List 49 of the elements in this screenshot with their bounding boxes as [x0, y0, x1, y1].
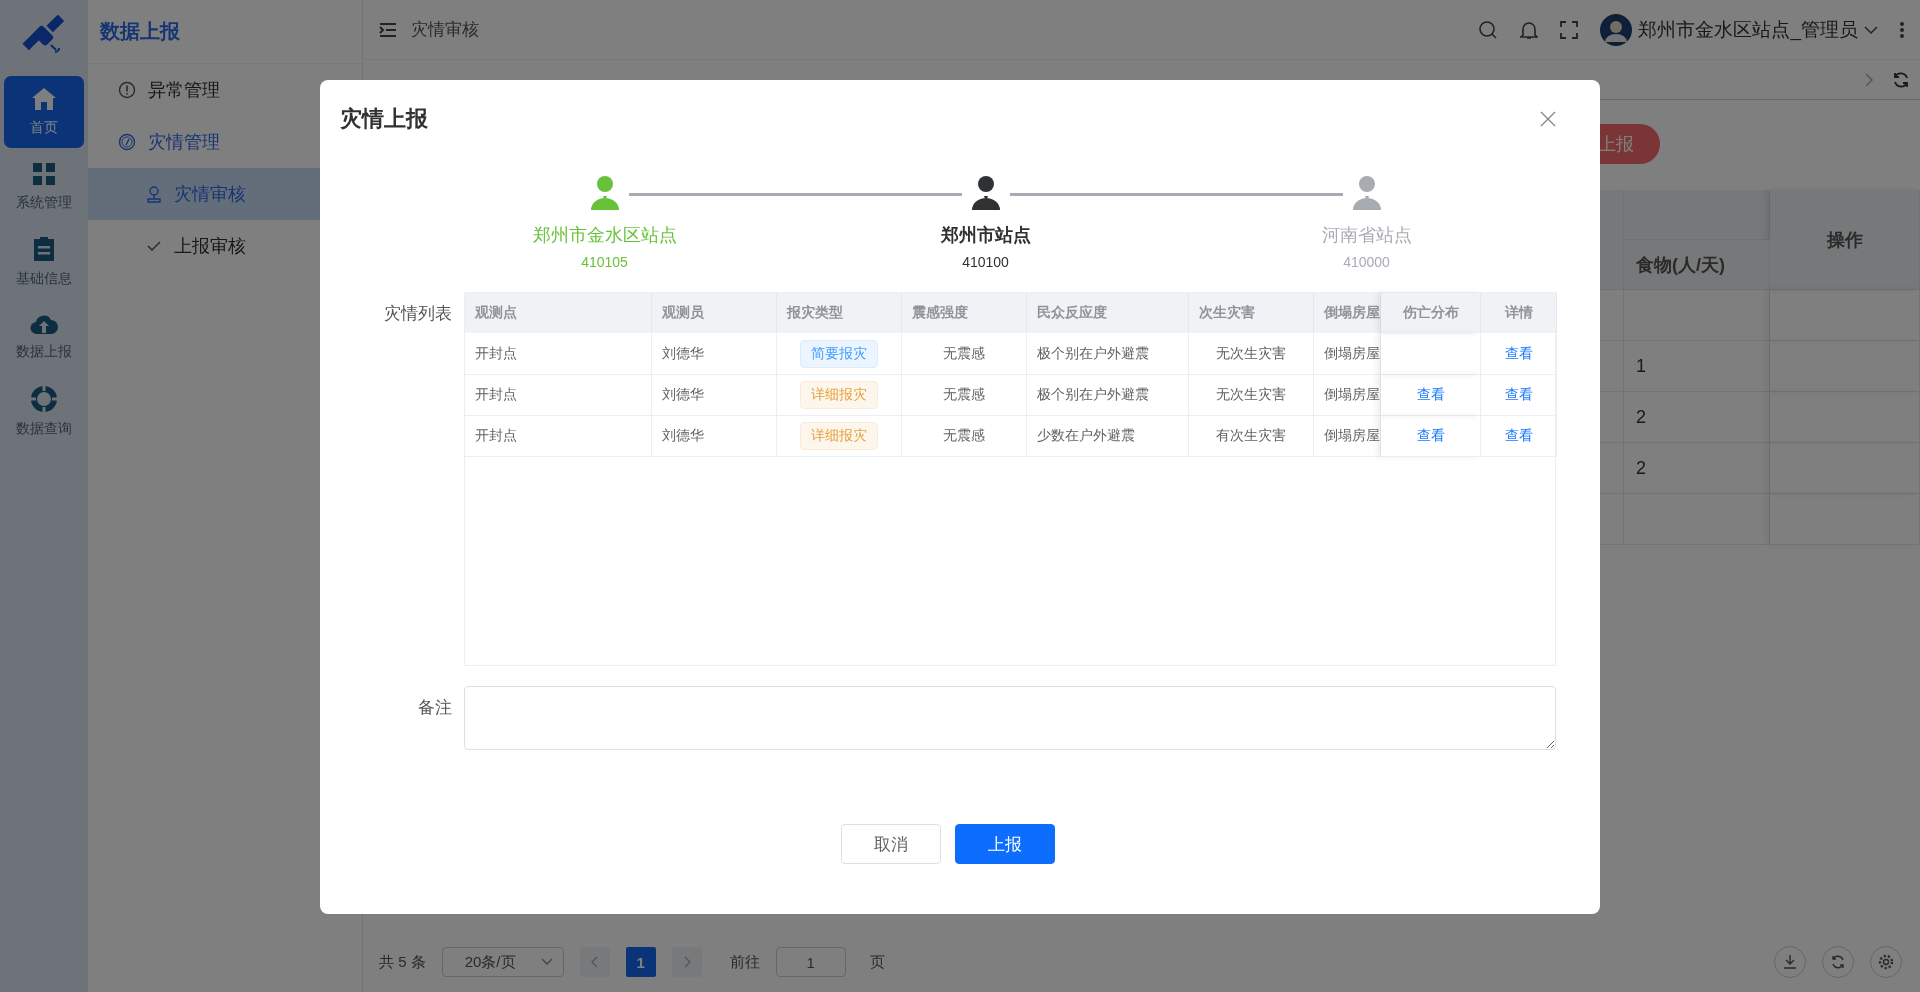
table-cell: 极个别在户外避震 [1027, 375, 1189, 416]
table-cell: 极个别在户外避震 [1027, 334, 1189, 375]
column-header: 倒塌房屋 [1314, 293, 1381, 333]
column-header: 次生灾害 [1189, 293, 1314, 333]
table-cell: 开封点 [465, 375, 652, 416]
table-cell: 有次生灾害 [1189, 416, 1314, 457]
table-cell: 1 [1624, 341, 1770, 392]
column-header: 报灾类型 [777, 293, 902, 333]
total-count: 共 5 条 [379, 952, 426, 972]
column-header: 食物(人/天) [1624, 240, 1770, 290]
step-code: 410100 [962, 254, 1009, 270]
report-type-tag: 详细报灾 [800, 381, 878, 409]
table-cell: 开封点 [465, 416, 652, 457]
table-cell: 无次生灾害 [1189, 334, 1314, 375]
table-cell: 少数在户外避震 [1027, 416, 1189, 457]
table-cell: 2 [1624, 392, 1770, 443]
report-type-tag: 详细报灾 [800, 422, 878, 450]
column-header: 观测点 [465, 293, 652, 333]
page-title: 灾情审核 [411, 19, 480, 41]
table-cell: 倒塌房屋 [1314, 375, 1381, 416]
step-code: 410000 [1343, 254, 1390, 270]
table-cell: 倒塌房屋 [1314, 334, 1381, 375]
table-cell: 无震感 [902, 416, 1027, 457]
table-cell: 无震感 [902, 334, 1027, 375]
column-header: 详情 [1481, 293, 1557, 333]
step-name: 河南省站点 [1320, 224, 1413, 247]
step-code: 410105 [581, 254, 628, 270]
page-unit: 页 [869, 952, 885, 972]
dialog-title: 灾情上报 [340, 105, 428, 133]
table-cell: 2 [1624, 443, 1770, 494]
column-header: 震感强度 [902, 293, 1027, 333]
form-label: 灾情列表 [383, 303, 453, 325]
report-type-tag: 简要报灾 [800, 340, 878, 368]
table-cell: 刘德华 [652, 416, 777, 457]
table-cell: 刘德华 [652, 375, 777, 416]
column-header: 伤亡分布 [1381, 293, 1481, 333]
table-cell: 开封点 [465, 334, 652, 375]
menu-title: 数据上报 [88, 0, 362, 64]
table-cell: 倒塌房屋 [1314, 416, 1381, 457]
column-header: 民众反应度 [1027, 293, 1189, 333]
table-cell: 无震感 [902, 375, 1027, 416]
table-cell: 刘德华 [652, 334, 777, 375]
column-header: 观测员 [652, 293, 777, 333]
form-label: 备注 [417, 697, 453, 719]
column-header: 操作 [1770, 190, 1920, 290]
goto-label: 前往 [729, 952, 760, 972]
step-name: 郑州市金水区站点 [531, 224, 678, 247]
step-name: 郑州市站点 [939, 224, 1032, 247]
table-cell: 无次生灾害 [1189, 375, 1314, 416]
